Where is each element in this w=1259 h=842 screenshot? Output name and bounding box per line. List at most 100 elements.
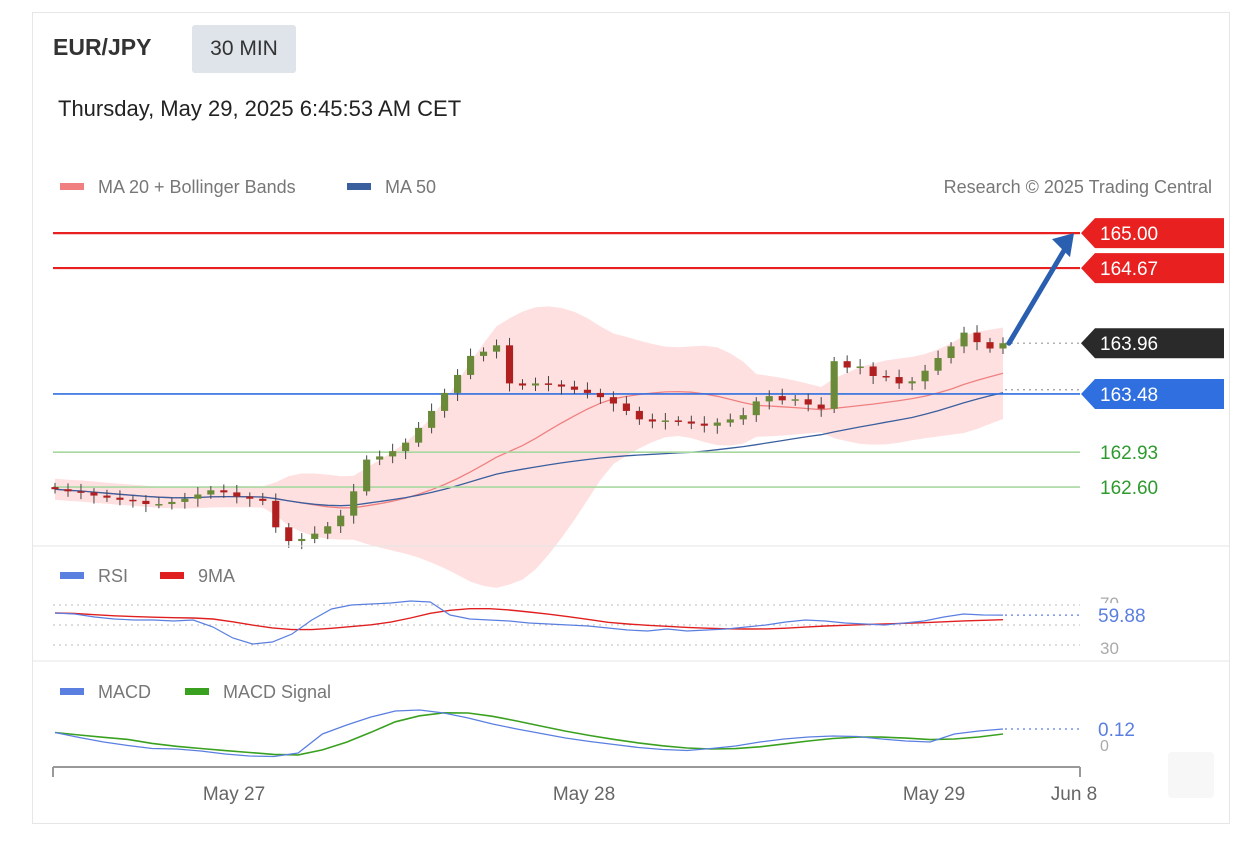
candle-body: [311, 533, 319, 539]
candle-body: [817, 404, 825, 409]
candle-body: [570, 386, 579, 390]
candle-body: [454, 374, 462, 393]
candle-body: [531, 383, 540, 386]
credit-text: Research © 2025 Trading Central: [944, 177, 1212, 197]
macd-line: [54, 709, 1004, 758]
candle-body: [207, 490, 215, 495]
macd-last-value-label: 0.12: [1098, 720, 1135, 741]
candle-body: [622, 403, 630, 411]
candle-body: [259, 498, 267, 501]
candle-body: [181, 498, 189, 502]
rsi-ma-legend-label: 9MA: [198, 566, 235, 586]
rsi-legend-label: RSI: [98, 566, 128, 586]
candle-body: [895, 377, 903, 384]
candle-body: [713, 422, 721, 426]
candle-body: [869, 366, 877, 376]
rsi-ma-legend-swatch: [160, 572, 184, 579]
macd-signal-legend-swatch: [185, 688, 209, 695]
candle-body: [272, 500, 280, 528]
price-panel: 163.52165.00164.67163.96163.48162.93162.…: [51, 218, 1224, 588]
candle-body: [324, 526, 332, 534]
rsi-30-label: 30: [1100, 639, 1119, 658]
support-level-label: 162.60: [1100, 478, 1158, 499]
candle-body: [285, 527, 293, 542]
candle-body: [804, 399, 812, 405]
candle-body: [778, 396, 786, 401]
candle-body: [51, 487, 59, 490]
candle-body: [687, 421, 695, 424]
candle-body: [155, 504, 163, 506]
candle-body: [986, 342, 994, 349]
x-tick-label: May 27: [203, 784, 265, 805]
candle-body: [544, 383, 553, 385]
candle-body: [674, 420, 682, 422]
candle-body: [116, 497, 124, 500]
candle-body: [973, 332, 981, 343]
support-level-label: 162.93: [1100, 443, 1158, 464]
resistance-level-label: 164.67: [1100, 259, 1158, 280]
candle-body: [609, 397, 617, 404]
candle-body: [830, 361, 838, 409]
macd-legend-swatch: [60, 688, 84, 695]
macd-legend-label: MACD: [98, 682, 151, 702]
candle-body: [557, 384, 566, 387]
candle-body: [142, 500, 150, 505]
macd-panel: 00.12: [54, 709, 1135, 758]
candle-body: [635, 410, 643, 420]
candle-body: [103, 495, 111, 498]
x-tick-label: May 28: [553, 784, 615, 805]
x-tick-label: Jun 8: [1051, 784, 1097, 805]
candle-body: [856, 366, 864, 368]
chart-svg: MA 20 + Bollinger Bands MA 50 Research ©…: [33, 177, 1229, 805]
scroll-top-button[interactable]: [1168, 752, 1214, 798]
candle-body: [765, 396, 773, 402]
ma20-legend-swatch: [60, 183, 84, 190]
resistance-level-label: 165.00: [1100, 224, 1158, 245]
candle-body: [583, 389, 592, 393]
candle-body: [376, 456, 384, 460]
candle-body: [479, 351, 488, 356]
candle-body: [402, 442, 410, 452]
candle-body: [492, 345, 501, 352]
candle-body: [726, 419, 734, 423]
candle-body: [596, 392, 604, 398]
rsi-panel: 703059.88: [53, 594, 1164, 658]
ma20-legend-label: MA 20 + Bollinger Bands: [98, 177, 296, 197]
candle-body: [700, 423, 708, 426]
candle-body: [77, 491, 85, 493]
candle-body: [466, 355, 475, 375]
rsi-last-value-label: 59.88: [1098, 606, 1146, 627]
rsi-legend-swatch: [60, 572, 84, 579]
candle-body: [220, 490, 228, 493]
candle-body: [337, 515, 345, 527]
candle-body: [505, 345, 514, 384]
rsi-line: [54, 600, 1004, 645]
candle-body: [999, 343, 1007, 349]
ma50-legend-swatch: [347, 183, 371, 190]
candle-body: [518, 383, 527, 386]
candle-body: [428, 410, 436, 428]
macd-signal-line: [54, 711, 1004, 756]
last-level-label: 163.96: [1100, 334, 1158, 355]
target-arrow-shaft: [1006, 244, 1069, 346]
candle-body: [752, 401, 760, 416]
candle-body: [661, 420, 669, 422]
candle-body: [921, 370, 929, 382]
rsi-9ma-line: [54, 608, 1004, 631]
candle-body: [298, 538, 306, 542]
candle-body: [233, 492, 241, 497]
candle-body: [791, 399, 799, 401]
candle-body: [934, 358, 942, 371]
candle-body: [389, 451, 397, 457]
candle-body: [129, 499, 137, 502]
candle-body: [960, 332, 968, 347]
candle-body: [246, 496, 254, 499]
candle-body: [363, 459, 371, 492]
candle-body: [415, 427, 423, 443]
candle-body: [350, 491, 358, 516]
candle-body: [64, 489, 72, 492]
x-axis: May 27 May 28 May 29 Jun 8: [52, 766, 1097, 805]
candle-body: [947, 346, 955, 359]
macd-signal-legend-label: MACD Signal: [223, 682, 331, 702]
candle-body: [908, 381, 916, 384]
